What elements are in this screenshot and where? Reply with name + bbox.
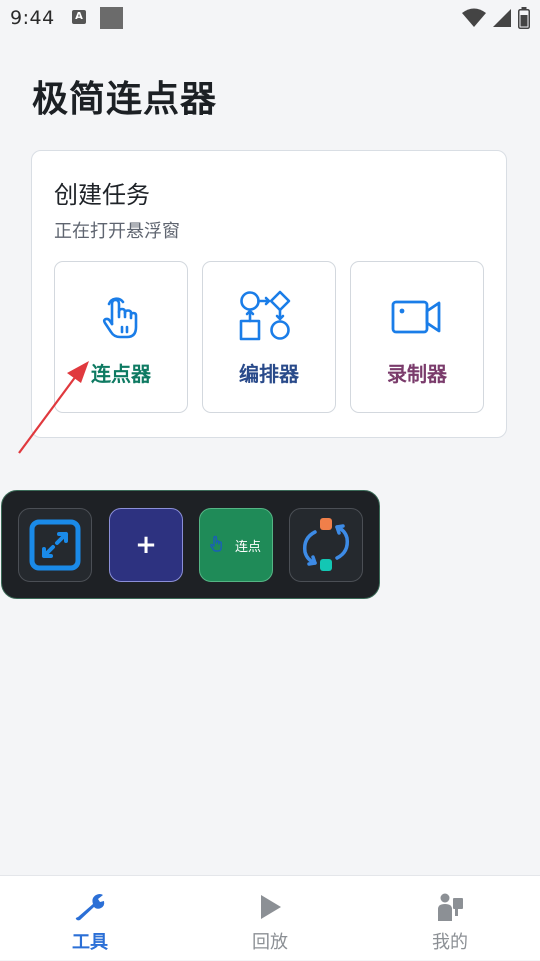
notification-square-icon [100,7,123,29]
tap-hand-icon [210,535,222,552]
wrench-icon [75,894,105,921]
clicker-button[interactable]: 连点 [199,508,273,582]
flowchart-icon [239,290,291,341]
clicker-tile[interactable]: 连点器 [54,261,188,413]
sync-icon [302,517,349,571]
signal-icon [493,9,511,27]
annotation-arrow [18,361,89,454]
card-subtitle: 正在打开悬浮窗 [54,221,180,242]
nav-tab-tools[interactable]: 工具 [0,876,180,961]
nav-label-mine: 我的 [432,932,468,953]
sync-button[interactable] [289,508,363,582]
status-icons [462,7,530,29]
play-icon [261,895,281,919]
editor-tile-label: 编排器 [239,362,299,386]
plus-icon: + [135,530,157,560]
person-icon [438,893,463,921]
recorder-tile[interactable]: 录制器 [350,261,484,413]
bottom-navigation: 工具 回放 我的 [0,875,540,960]
add-button[interactable]: + [109,508,183,582]
create-task-card: 创建任务 正在打开悬浮窗 连点器 编排器 录制器 [31,150,507,438]
notification-app-icon: A [72,10,86,24]
nav-label-replay: 回放 [252,932,288,953]
nav-label-tools: 工具 [72,932,108,953]
nav-tab-replay[interactable]: 回放 [180,876,360,961]
clicker-button-label: 连点 [235,540,262,555]
card-title: 创建任务 [54,181,150,209]
wifi-icon [462,8,486,27]
editor-tile[interactable]: 编排器 [202,261,336,413]
recorder-tile-label: 录制器 [387,362,447,386]
nav-tab-mine[interactable]: 我的 [360,876,540,961]
status-bar: 9:44 A [0,0,540,36]
tap-hand-icon [102,297,138,339]
status-time: 9:44 [10,7,55,29]
floating-toolbar: + 连点 [1,490,380,599]
clicker-tile-label: 连点器 [91,362,151,386]
page-title: 极简连点器 [32,79,218,120]
resize-icon [29,519,80,570]
video-camera-icon [391,300,441,334]
resize-button[interactable] [18,508,92,582]
battery-icon [518,7,530,29]
